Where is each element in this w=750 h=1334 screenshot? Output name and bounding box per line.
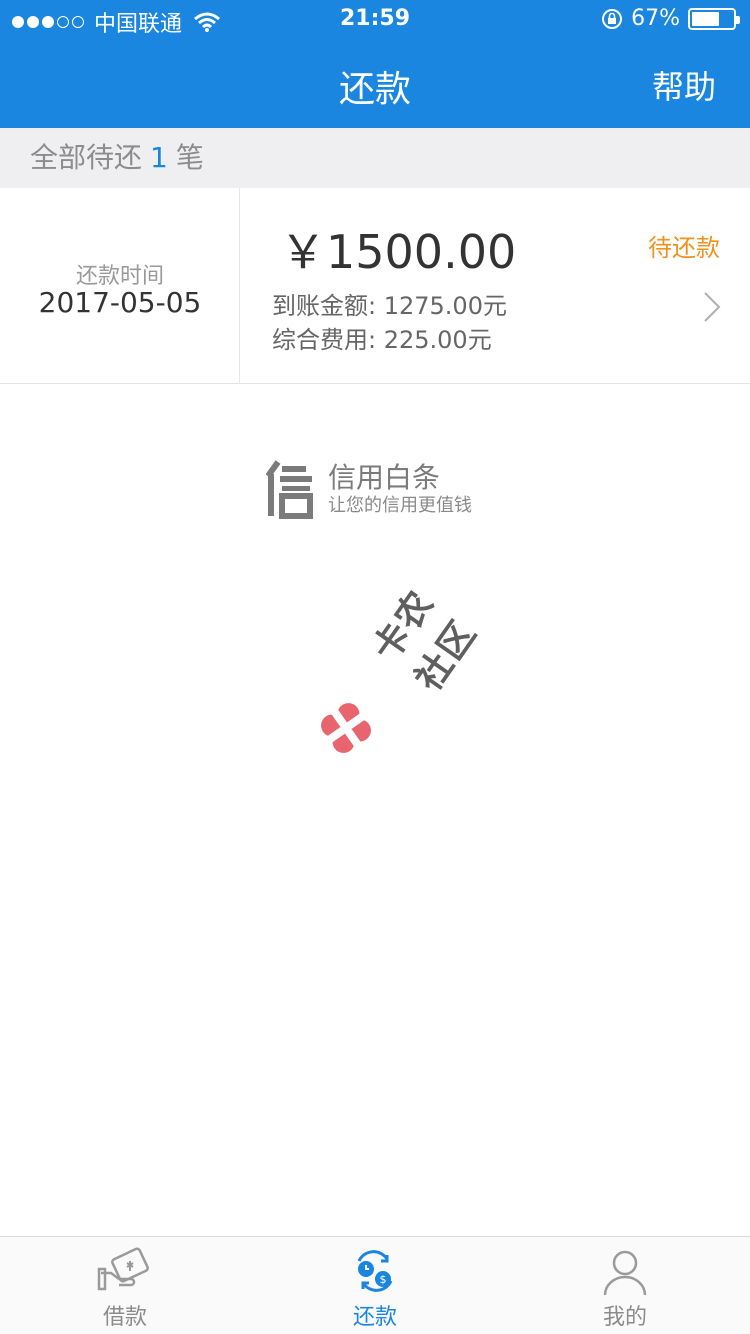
brand-block: 信用白条 让您的信用更值钱 [266,460,472,520]
brand-name: 信用白条 [328,461,441,494]
battery-icon [688,7,740,30]
service-fee: 综合费用: 225.00元 [272,326,492,354]
page-title: 还款 [338,69,411,110]
borrow-icon [97,1247,149,1291]
tab-borrow-label: 借款 [102,1305,147,1330]
bill-card[interactable]: 还款时间 2017-05-05 ￥1500.00 到账金额: 1275.00元 … [0,188,750,384]
tab-borrow[interactable]: 借款 [0,1237,250,1334]
tab-profile-label: 我的 [602,1305,647,1330]
repay-date: 2017-05-05 [38,286,202,319]
bill-amount: ￥1500.00 [280,225,517,279]
pending-summary: 全部待还 1 笔 [0,128,750,188]
summary-suffix: 笔 [175,141,204,174]
tab-repay-label: 还款 [352,1305,397,1330]
battery-cap [736,15,740,24]
repay-icon: $ [357,1250,393,1292]
battery-fill [692,11,719,26]
battery-percent: 67% [631,6,680,31]
watermark-text: 卡农社区 [365,582,486,699]
header: 中国联通 21:59 67% 还款 帮助 [0,0,750,128]
tab-repay[interactable]: $ 还款 [250,1237,500,1334]
bill-status: 待还款 [648,234,720,262]
help-button[interactable]: 帮助 [652,62,716,108]
watermark: 卡农社区 [308,580,485,760]
rotation-lock-icon [602,8,623,29]
brand-text: 信用白条 让您的信用更值钱 [328,462,472,518]
status-bar: 中国联通 21:59 67% [0,0,750,40]
status-right: 67% [601,6,740,31]
bill-date-column: 还款时间 2017-05-05 [0,188,240,384]
tab-bar: 借款 $ 还款 我的 [0,1236,750,1334]
svg-text:$: $ [380,1273,387,1286]
profile-icon [603,1250,647,1296]
pending-count: 1 [150,141,168,174]
received-amount: 到账金额: 1275.00元 [272,292,507,320]
brand-slogan: 让您的信用更值钱 [328,495,472,516]
brand-logo-icon [266,460,313,519]
tab-profile[interactable]: 我的 [500,1237,750,1334]
watermark-logo-icon [321,703,371,753]
chevron-right-icon[interactable] [702,290,722,324]
summary-prefix: 全部待还 [30,141,143,174]
